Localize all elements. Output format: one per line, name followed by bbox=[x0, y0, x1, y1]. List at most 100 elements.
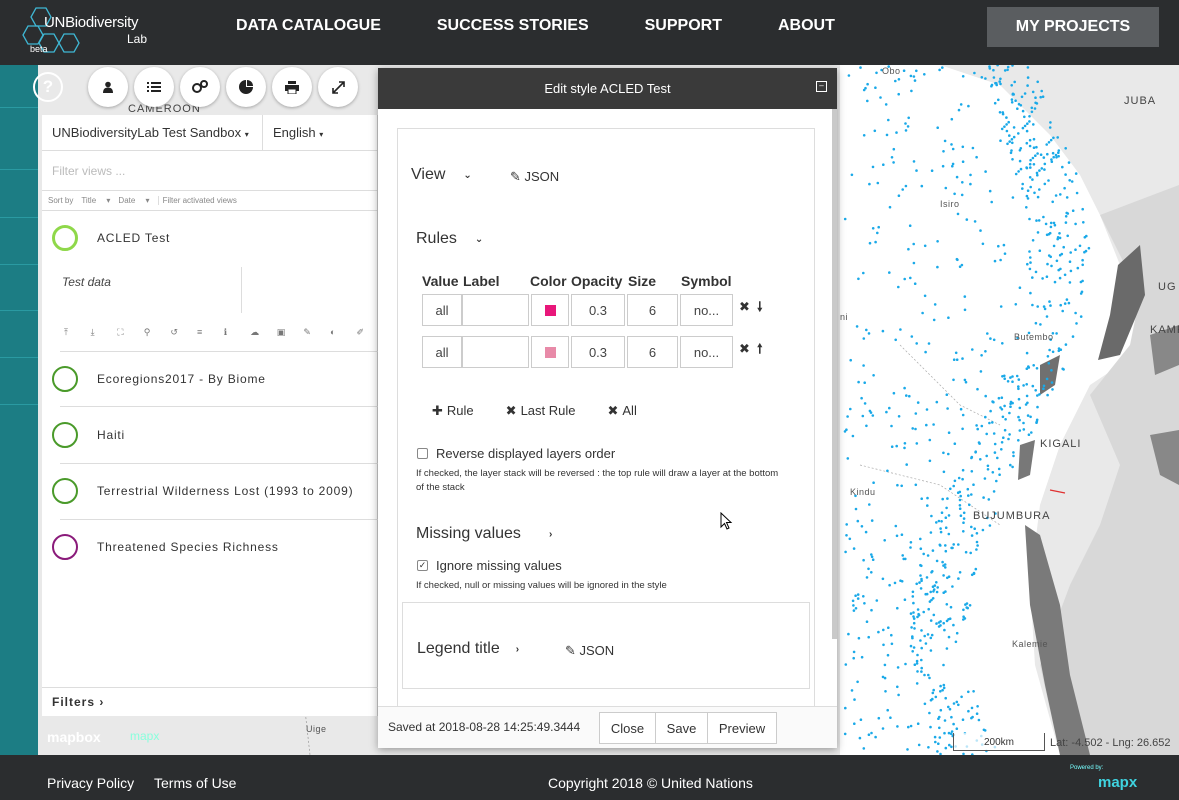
filter-views-input[interactable]: Filter views ... bbox=[42, 151, 377, 191]
acled-point bbox=[1022, 428, 1026, 431]
layers-settings-icon[interactable] bbox=[180, 67, 220, 107]
sort-title-button[interactable]: Title ▾ bbox=[81, 196, 110, 205]
acled-point bbox=[1028, 162, 1032, 166]
move-bottom-icon[interactable]: ⤓ bbox=[91, 327, 118, 338]
filter-activated-input[interactable]: Filter activated views bbox=[157, 196, 237, 205]
remove-rule-icon[interactable]: ✖ bbox=[739, 299, 750, 315]
sort-date-button[interactable]: Date ▾ bbox=[118, 196, 149, 205]
arrow-down-icon[interactable]: 🠗 bbox=[757, 298, 763, 320]
remove-last-rule-button[interactable]: ✖ Last Rule bbox=[506, 403, 592, 419]
view-toggle-icon[interactable] bbox=[52, 366, 78, 392]
user-icon[interactable] bbox=[88, 67, 128, 107]
rule-label-input[interactable] bbox=[462, 336, 529, 368]
acled-point bbox=[1068, 179, 1071, 182]
rule-value-input[interactable]: all bbox=[422, 294, 462, 326]
acled-point bbox=[873, 129, 877, 133]
acled-point bbox=[1039, 323, 1042, 326]
language-selector[interactable]: English ▾ bbox=[263, 125, 333, 140]
terms-of-use-link[interactable]: Terms of Use bbox=[154, 775, 236, 791]
help-button[interactable]: ? bbox=[33, 72, 63, 102]
rule-symbol-select[interactable]: no... bbox=[680, 336, 733, 368]
arrow-up-icon[interactable]: 🠕 bbox=[757, 340, 763, 362]
reverse-order-checkbox[interactable]: Reverse displayed layers order bbox=[417, 446, 615, 461]
rule-color-picker[interactable] bbox=[531, 336, 569, 368]
acled-point bbox=[1018, 429, 1022, 432]
privacy-policy-link[interactable]: Privacy Policy bbox=[47, 775, 134, 791]
acled-point bbox=[961, 181, 964, 184]
my-projects-button[interactable]: MY PROJECTS bbox=[987, 7, 1159, 47]
acled-point bbox=[847, 632, 850, 636]
edit-style-modal: Edit style ACLED Test – View ⌄ ✎ JSON Rul… bbox=[378, 68, 837, 748]
project-selector[interactable]: UNBiodiversityLab Test Sandbox ▾ bbox=[42, 114, 263, 151]
remove-rule-icon[interactable]: ✖ bbox=[739, 341, 750, 357]
preview-button[interactable]: Preview bbox=[707, 712, 777, 744]
acled-point bbox=[885, 410, 888, 414]
view-toggle-icon[interactable] bbox=[52, 478, 78, 504]
edit-icon[interactable]: ✎ bbox=[303, 327, 330, 338]
mapx-logo[interactable]: mapx bbox=[1098, 774, 1137, 791]
view-toggle-icon[interactable] bbox=[52, 225, 78, 251]
info-icon[interactable]: ℹ bbox=[224, 327, 251, 338]
view-json-button[interactable]: ✎ JSON bbox=[510, 169, 559, 185]
rule-value-input[interactable]: all bbox=[422, 336, 462, 368]
acled-point bbox=[1045, 275, 1049, 278]
pie-chart-icon[interactable] bbox=[226, 67, 266, 107]
rule-opacity-input[interactable]: 0.3 bbox=[571, 294, 625, 326]
acled-point bbox=[916, 722, 920, 725]
print-icon[interactable] bbox=[272, 67, 312, 107]
acled-point bbox=[936, 240, 939, 243]
acled-point bbox=[942, 663, 945, 667]
save-button[interactable]: Save bbox=[655, 712, 708, 744]
legend-json-button[interactable]: ✎ JSON bbox=[565, 643, 614, 659]
acled-point bbox=[876, 231, 879, 235]
rule-actions: ✚ Rule ✖ Last Rule ✖ All bbox=[432, 403, 669, 419]
filters-toggle[interactable]: Filters › bbox=[52, 695, 104, 709]
acled-point bbox=[937, 621, 941, 624]
missing-values-toggle[interactable]: Missing values › bbox=[416, 525, 552, 543]
sliders-icon[interactable]: ≡ bbox=[197, 327, 224, 338]
acled-point bbox=[1069, 269, 1073, 273]
camera-icon[interactable]: ▣ bbox=[277, 327, 304, 338]
view-section-toggle[interactable]: View ⌄ bbox=[411, 166, 472, 184]
rule-color-picker[interactable] bbox=[531, 294, 569, 326]
acled-point bbox=[1050, 160, 1054, 163]
add-rule-button[interactable]: ✚ Rule bbox=[432, 403, 490, 419]
nav-about[interactable]: ABOUT bbox=[750, 17, 863, 35]
acled-point bbox=[1025, 394, 1029, 398]
minimize-icon[interactable]: – bbox=[816, 81, 827, 92]
nav-support[interactable]: SUPPORT bbox=[617, 17, 750, 35]
expand-icon[interactable] bbox=[318, 67, 358, 107]
acled-point bbox=[973, 220, 977, 223]
legend-title-toggle[interactable]: Legend title › bbox=[417, 640, 519, 658]
sort-by-label: Sort by bbox=[48, 196, 74, 205]
view-toggle-icon[interactable] bbox=[52, 534, 78, 560]
reset-icon[interactable]: ↺ bbox=[170, 327, 197, 338]
zoom-extent-icon[interactable]: ⛶ bbox=[117, 327, 144, 338]
rule-symbol-select[interactable]: no... bbox=[680, 294, 733, 326]
remove-all-rules-button[interactable]: ✖ All bbox=[607, 403, 652, 419]
rule-size-input[interactable]: 6 bbox=[627, 294, 678, 326]
rule-opacity-input[interactable]: 0.3 bbox=[571, 336, 625, 368]
modal-scrollbar[interactable] bbox=[832, 109, 837, 639]
close-button[interactable]: Close bbox=[599, 712, 656, 744]
acled-point bbox=[984, 170, 987, 173]
rule-label-input[interactable] bbox=[462, 294, 529, 326]
move-top-icon[interactable]: ⤒ bbox=[64, 327, 91, 338]
view-toggle-icon[interactable] bbox=[52, 422, 78, 448]
acled-point bbox=[877, 225, 880, 229]
nav-success-stories[interactable]: SUCCESS STORIES bbox=[409, 17, 617, 35]
list-icon[interactable] bbox=[134, 67, 174, 107]
rule-size-input[interactable]: 6 bbox=[627, 336, 678, 368]
nav-data-catalogue[interactable]: DATA CATALOGUE bbox=[208, 17, 409, 35]
acled-point bbox=[1063, 186, 1066, 190]
binoculars-icon[interactable]: ⚲ bbox=[144, 327, 171, 338]
acled-point bbox=[877, 716, 881, 720]
cloud-download-icon[interactable]: ☁ bbox=[250, 327, 277, 338]
style-icon[interactable]: ◐ bbox=[330, 327, 357, 338]
view-title: Ecoregions2017 - By Biome bbox=[97, 372, 266, 386]
rules-section-toggle[interactable]: Rules ⌄ bbox=[416, 230, 483, 248]
acled-point bbox=[920, 184, 924, 188]
unbiodiversity-lab-logo[interactable]: UNBiodiversity Lab beta bbox=[22, 6, 152, 56]
ignore-missing-checkbox[interactable]: ✓ Ignore missing values bbox=[417, 558, 562, 573]
map-label-cameroon: CAMEROON bbox=[128, 103, 201, 115]
